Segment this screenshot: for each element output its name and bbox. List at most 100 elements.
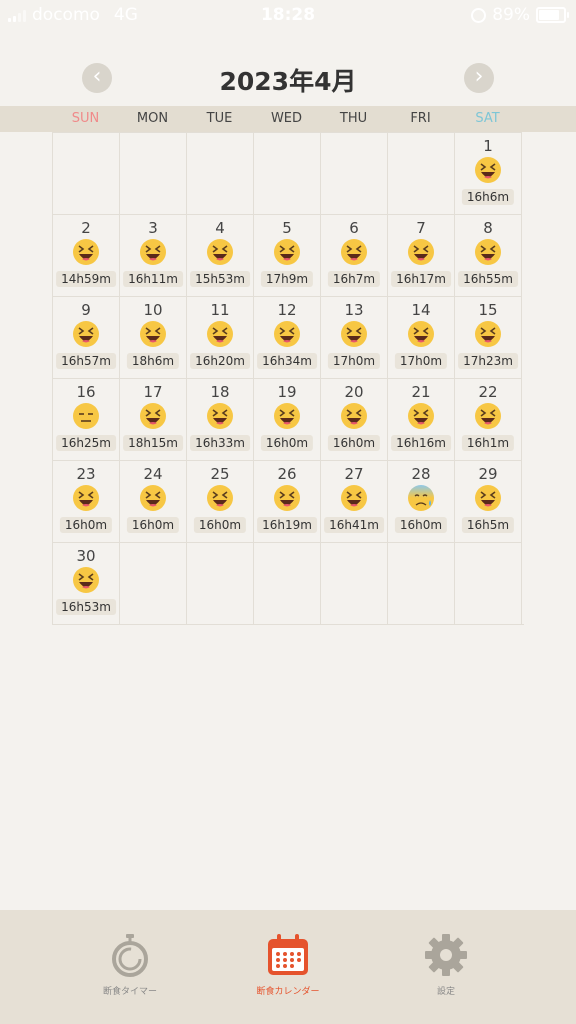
- day-number: 11: [210, 301, 230, 319]
- laughing-face-icon: [474, 156, 502, 184]
- laughing-face-icon: [139, 238, 167, 266]
- laughing-face-icon: [340, 238, 368, 266]
- laughing-face-icon: [407, 402, 435, 430]
- tab-label: 断食タイマー: [102, 987, 157, 997]
- calendar-empty-cell: [321, 132, 388, 214]
- fasting-duration: 16h11m: [123, 271, 183, 287]
- status-right: 89%: [471, 5, 569, 25]
- day-number: 25: [210, 465, 230, 483]
- day-number: 4: [215, 219, 225, 237]
- tab-fasting-calendar[interactable]: 断食カレンダー: [228, 932, 348, 997]
- calendar-day-cell[interactable]: 28 16h0m: [388, 460, 455, 542]
- calendar-grid: 1 16h6m 2 14h59m 3 16h11m 4 15h53m 5 17h9m 6 16h7m 7…: [52, 132, 524, 625]
- neutral-face-icon: [72, 402, 100, 430]
- laughing-face-icon: [206, 320, 234, 348]
- day-number: 30: [76, 547, 96, 565]
- tab-bar: 断食タイマー 断食カレンダー 設定: [0, 910, 576, 1024]
- laughing-face-icon: [273, 320, 301, 348]
- calendar-empty-cell: [120, 542, 187, 624]
- calendar-day-cell[interactable]: 24 16h0m: [120, 460, 187, 542]
- calendar-day-cell[interactable]: 21 16h16m: [388, 378, 455, 460]
- calendar-day-cell[interactable]: 18 16h33m: [187, 378, 254, 460]
- fasting-duration: 16h20m: [190, 353, 250, 369]
- calendar-day-cell[interactable]: 27 16h41m: [321, 460, 388, 542]
- weekday-wed: WED: [270, 111, 303, 126]
- calendar-day-cell[interactable]: 8 16h55m: [455, 214, 522, 296]
- fasting-duration: 17h0m: [394, 353, 448, 369]
- tab-fasting-timer[interactable]: 断食タイマー: [70, 932, 190, 997]
- calendar-day-cell[interactable]: 25 16h0m: [187, 460, 254, 542]
- weekday-fri: FRI: [410, 111, 431, 126]
- laughing-face-icon: [340, 484, 368, 512]
- laughing-face-icon: [273, 484, 301, 512]
- calendar-empty-cell: [254, 132, 321, 214]
- calendar-day-cell[interactable]: 1 16h6m: [455, 132, 522, 214]
- calendar-day-cell[interactable]: 14 17h0m: [388, 296, 455, 378]
- weekday-sat: SAT: [475, 111, 500, 126]
- day-number: 18: [210, 383, 230, 401]
- day-number: 9: [81, 301, 91, 319]
- laughing-face-icon: [340, 320, 368, 348]
- fasting-duration: 15h53m: [190, 271, 250, 287]
- calendar-day-cell[interactable]: 20 16h0m: [321, 378, 388, 460]
- calendar-day-cell[interactable]: 22 16h1m: [455, 378, 522, 460]
- calendar-empty-cell: [321, 542, 388, 624]
- alarm-icon: [471, 7, 487, 23]
- day-number: 8: [483, 219, 493, 237]
- calendar-day-cell[interactable]: 2 14h59m: [53, 214, 120, 296]
- fasting-duration: 16h55m: [458, 271, 518, 287]
- calendar-day-cell[interactable]: 30 16h53m: [53, 542, 120, 624]
- calendar-day-cell[interactable]: 3 16h11m: [120, 214, 187, 296]
- fasting-duration: 16h0m: [394, 517, 448, 533]
- calendar-day-cell[interactable]: 29 16h5m: [455, 460, 522, 542]
- battery-percent: 89%: [492, 5, 530, 25]
- fasting-duration: 16h0m: [126, 517, 180, 533]
- laughing-face-icon: [474, 320, 502, 348]
- calendar-day-cell[interactable]: 17 18h15m: [120, 378, 187, 460]
- laughing-face-icon: [72, 320, 100, 348]
- calendar-day-cell[interactable]: 5 17h9m: [254, 214, 321, 296]
- tab-settings[interactable]: 設定: [386, 932, 506, 997]
- fasting-duration: 16h16m: [391, 435, 451, 451]
- next-month-button[interactable]: ›: [464, 63, 494, 93]
- fasting-duration: 16h7m: [327, 271, 381, 287]
- day-number: 17: [143, 383, 163, 401]
- laughing-face-icon: [474, 402, 502, 430]
- day-number: 19: [277, 383, 297, 401]
- calendar-day-cell[interactable]: 13 17h0m: [321, 296, 388, 378]
- calendar-day-cell[interactable]: 4 15h53m: [187, 214, 254, 296]
- fasting-duration: 14h59m: [56, 271, 116, 287]
- tab-label: 断食カレンダー: [256, 987, 320, 997]
- calendar-day-cell[interactable]: 7 16h17m: [388, 214, 455, 296]
- calendar-empty-cell: [120, 132, 187, 214]
- calendar-day-cell[interactable]: 10 18h6m: [120, 296, 187, 378]
- calendar-day-cell[interactable]: 11 16h20m: [187, 296, 254, 378]
- day-number: 24: [143, 465, 163, 483]
- laughing-face-icon: [72, 238, 100, 266]
- day-number: 10: [143, 301, 163, 319]
- fasting-duration: 16h5m: [461, 517, 515, 533]
- stopwatch-icon: [107, 932, 153, 978]
- day-number: 16: [76, 383, 96, 401]
- calendar-day-cell[interactable]: 26 16h19m: [254, 460, 321, 542]
- calendar-day-cell[interactable]: 16 16h25m: [53, 378, 120, 460]
- fasting-duration: 16h1m: [461, 435, 515, 451]
- sweat-face-icon: [407, 484, 435, 512]
- calendar-empty-cell: [388, 132, 455, 214]
- laughing-face-icon: [273, 402, 301, 430]
- day-number: 28: [411, 465, 431, 483]
- day-number: 13: [344, 301, 364, 319]
- fasting-duration: 16h0m: [327, 435, 381, 451]
- calendar-day-cell[interactable]: 15 17h23m: [455, 296, 522, 378]
- calendar-day-cell[interactable]: 19 16h0m: [254, 378, 321, 460]
- fasting-duration: 16h0m: [59, 517, 113, 533]
- calendar-day-cell[interactable]: 23 16h0m: [53, 460, 120, 542]
- fasting-duration: 17h9m: [260, 271, 314, 287]
- chevron-right-icon: ›: [474, 64, 484, 89]
- calendar-day-cell[interactable]: 6 16h7m: [321, 214, 388, 296]
- calendar-day-cell[interactable]: 12 16h34m: [254, 296, 321, 378]
- day-number: 26: [277, 465, 297, 483]
- calendar-day-cell[interactable]: 9 16h57m: [53, 296, 120, 378]
- laughing-face-icon: [474, 238, 502, 266]
- gear-icon: [423, 932, 469, 978]
